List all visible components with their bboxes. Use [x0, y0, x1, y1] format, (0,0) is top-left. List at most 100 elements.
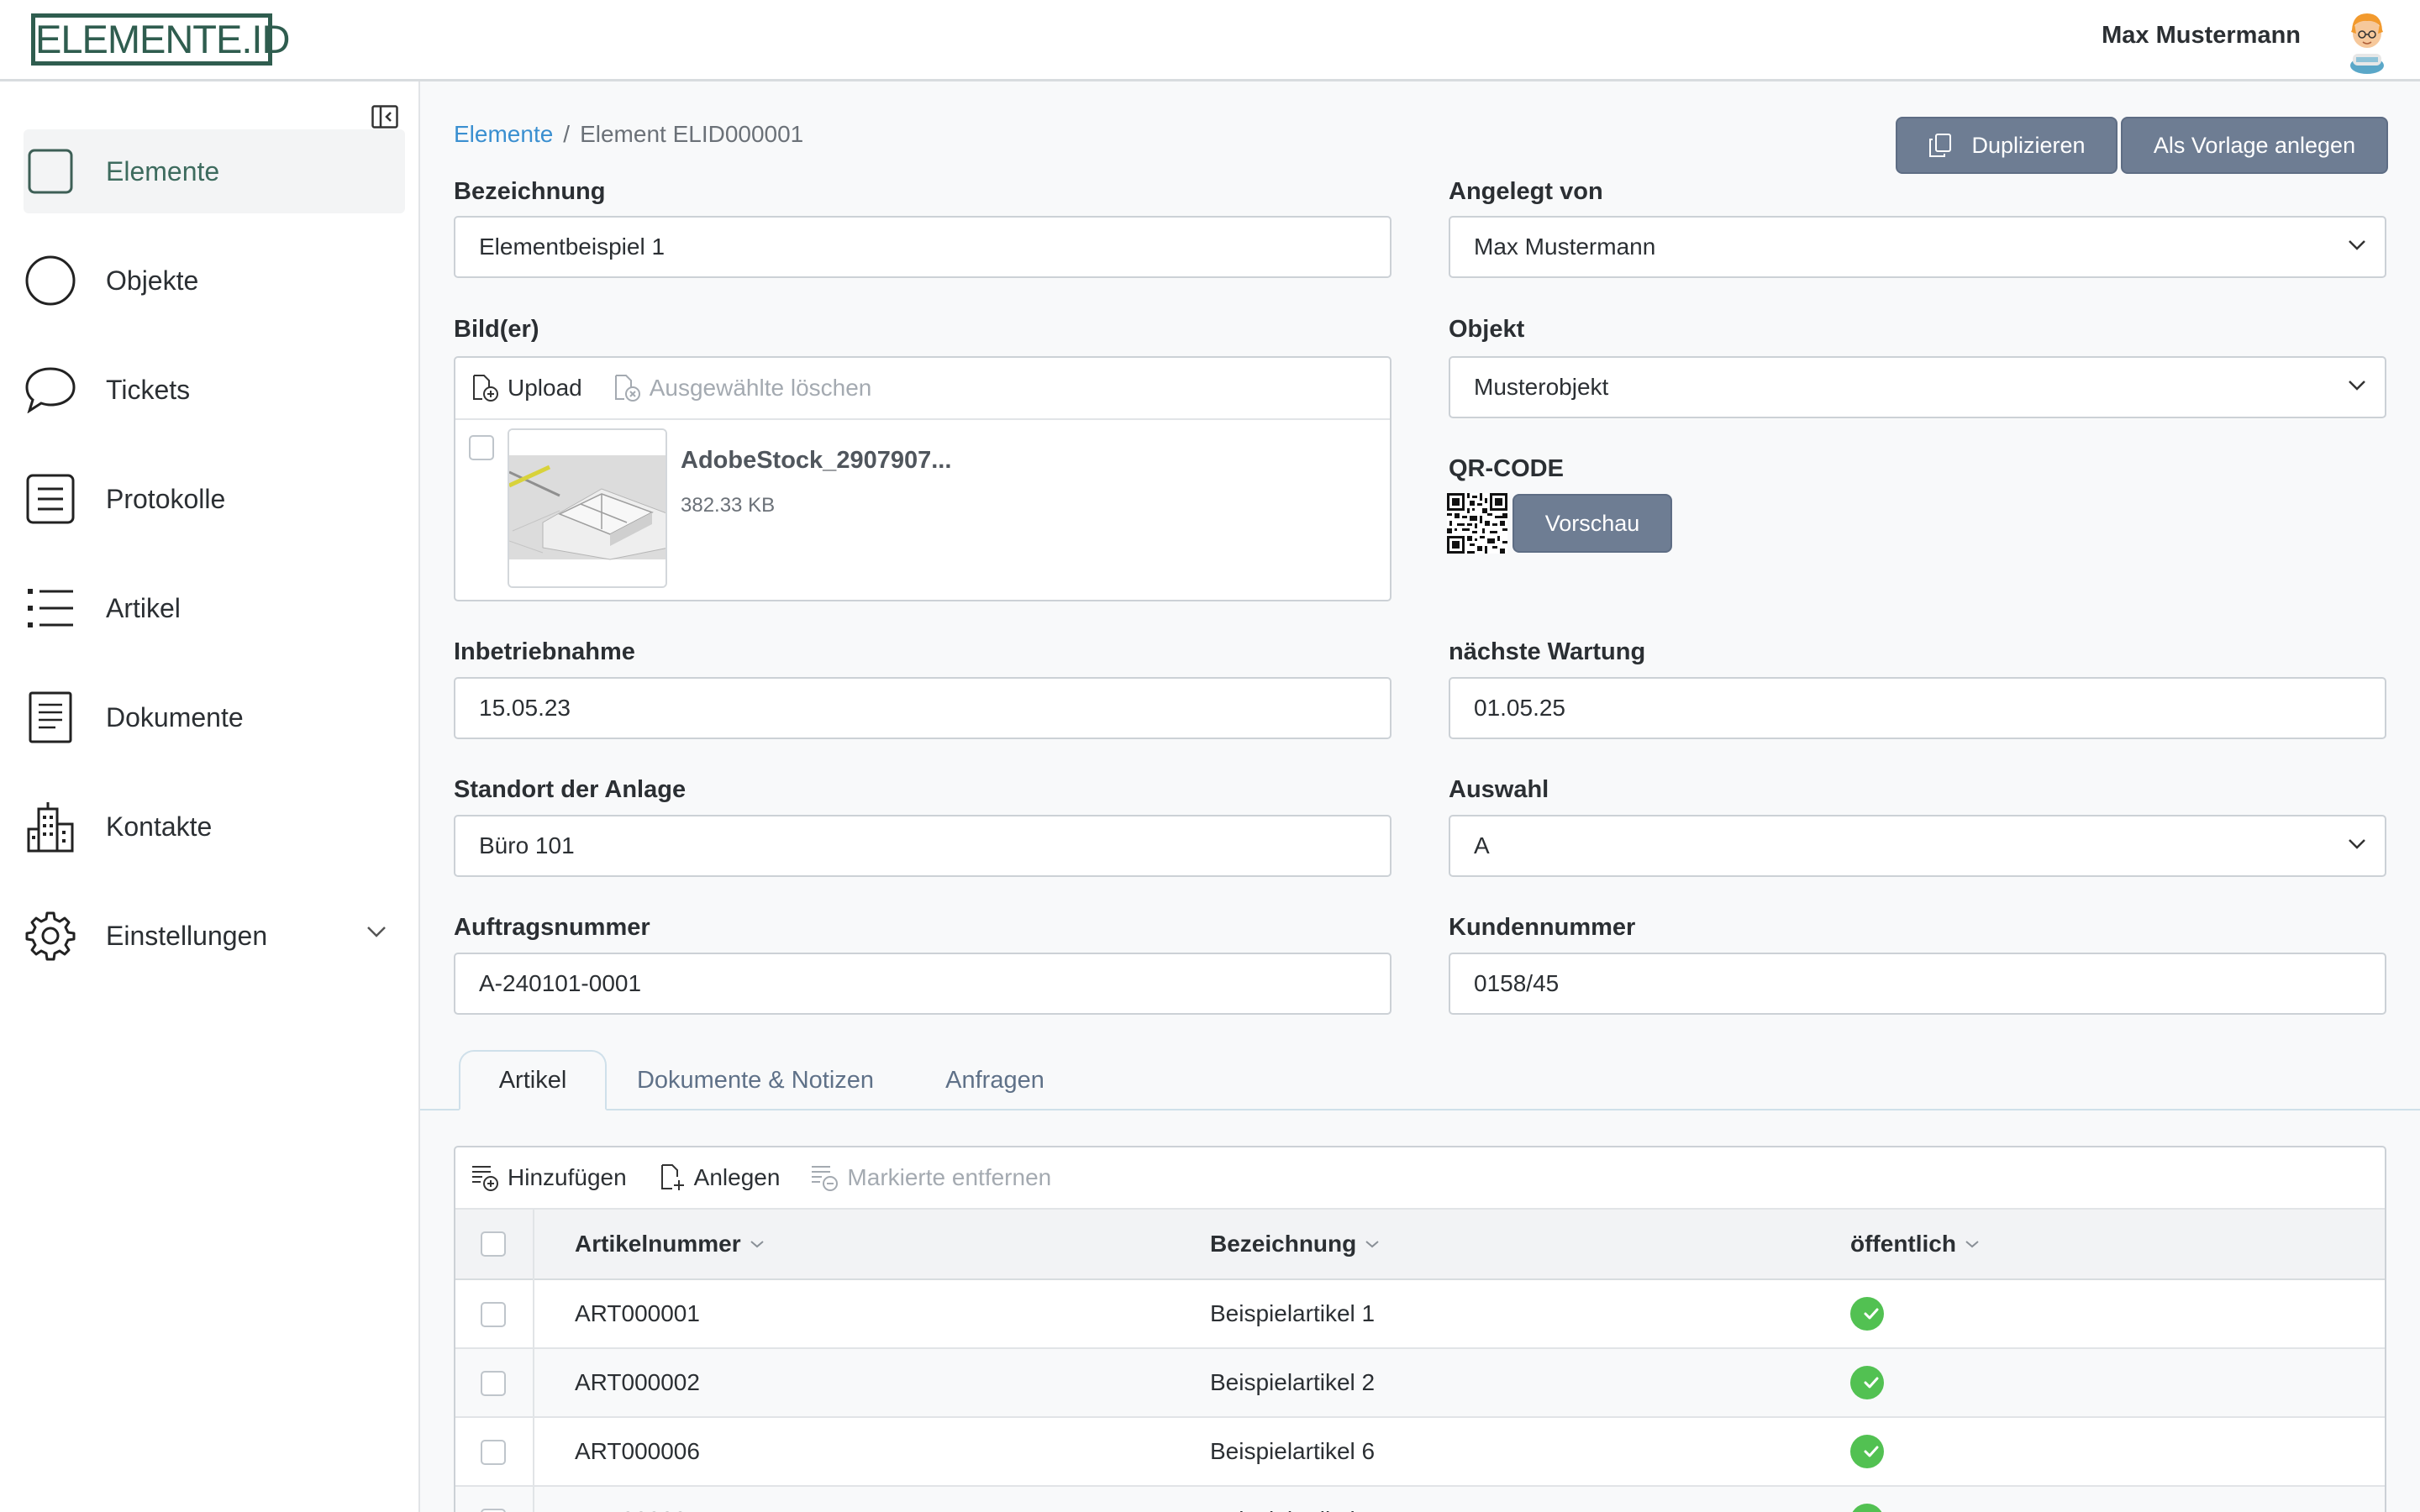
bezeichnung-label: Bezeichnung: [454, 178, 606, 205]
inbetriebnahme-label: Inbetriebnahme: [454, 638, 635, 665]
add-article-button[interactable]: Hinzufügen: [471, 1163, 627, 1192]
bezeichnung-input[interactable]: Elementbeispiel 1: [454, 216, 1392, 278]
file-name[interactable]: AdobeStock_2907907...: [681, 447, 951, 475]
template-label: Als Vorlage anlegen: [2153, 132, 2356, 158]
remove-marked-button[interactable]: Markierte entfernen: [810, 1163, 1051, 1192]
sidebar-item-label: Dokumente: [106, 701, 244, 732]
inbetriebnahme-date-input[interactable]: 15.05.23: [454, 677, 1392, 739]
sidebar-item-label: Protokolle: [106, 483, 226, 514]
cell-bezeichnung: Beispielartikel 6: [1210, 1438, 1376, 1464]
buildings-icon: [24, 800, 77, 853]
artikel-table: Hinzufügen Anlegen Markierte entfernen A…: [454, 1146, 2386, 1512]
column-header-artikelnummer[interactable]: Artikelnummer: [575, 1210, 765, 1278]
app-logo[interactable]: ELEMENTE.ID: [31, 13, 290, 66]
document-icon: [24, 690, 77, 744]
cell-artikelnummer: ART000001: [575, 1300, 700, 1326]
table-row[interactable]: ART000002 Beispielartikel 2: [455, 1349, 2385, 1418]
breadcrumb: Elemente / Element ELID000001: [454, 121, 803, 148]
add-label: Hinzufügen: [508, 1164, 627, 1190]
column-header-bezeichnung[interactable]: Bezeichnung: [1210, 1210, 1380, 1278]
sidebar-item-kontakte[interactable]: Kontakte: [24, 785, 405, 869]
sidebar-collapse-icon[interactable]: [371, 105, 398, 129]
breadcrumb-link-elemente[interactable]: Elemente: [454, 121, 553, 147]
speech-bubble-icon: [24, 363, 77, 417]
table-row[interactable]: ART000007 Beispielartikel 7: [455, 1487, 2385, 1512]
sidebar-item-tickets[interactable]: Tickets: [24, 348, 405, 432]
sort-chevron-icon: [1965, 1241, 1979, 1248]
image-thumbnail[interactable]: [508, 428, 667, 588]
chevron-down-icon: [2348, 239, 2366, 251]
row-checkbox[interactable]: [481, 1509, 506, 1512]
sidebar-item-label: Elemente: [106, 155, 220, 186]
sidebar-item-label: Artikel: [106, 592, 181, 623]
kundennummer-label: Kundennummer: [1449, 914, 1636, 941]
auftragsnummer-label: Auftragsnummer: [454, 914, 650, 941]
image-select-checkbox[interactable]: [469, 435, 494, 460]
sidebar-item-label: Tickets: [106, 374, 191, 405]
row-checkbox[interactable]: [481, 1371, 506, 1396]
circle-icon: [24, 254, 77, 307]
column-divider: [533, 1349, 534, 1418]
angelegt-von-select[interactable]: Max Mustermann: [1449, 216, 2386, 278]
table-row[interactable]: ART000006 Beispielartikel 6: [455, 1418, 2385, 1487]
check-circle-icon: [1850, 1297, 1884, 1331]
delete-file-icon: [614, 375, 640, 402]
column-divider: [533, 1210, 534, 1280]
column-label: Bezeichnung: [1210, 1231, 1357, 1257]
delete-selected-button[interactable]: Ausgewählte löschen: [613, 374, 872, 402]
table-row[interactable]: ART000001 Beispielartikel 1: [455, 1280, 2385, 1349]
qr-preview-button[interactable]: Vorschau: [1512, 494, 1672, 553]
sidebar-item-label: Einstellungen: [106, 920, 268, 951]
sidebar-item-elemente[interactable]: Elemente: [24, 129, 405, 213]
tab-label: Anfragen: [945, 1066, 1044, 1094]
sidebar-item-objekte[interactable]: Objekte: [24, 239, 405, 323]
table-header: Artikelnummer Bezeichnung öffentlich: [455, 1210, 2385, 1280]
tab-artikel[interactable]: Artikel: [459, 1050, 607, 1110]
auswahl-label: Auswahl: [1449, 776, 1549, 803]
objekt-select[interactable]: Musterobjekt: [1449, 356, 2386, 418]
chevron-down-icon[interactable]: [366, 926, 387, 937]
row-checkbox[interactable]: [481, 1440, 506, 1465]
row-checkbox[interactable]: [481, 1302, 506, 1327]
sort-chevron-icon: [750, 1241, 764, 1248]
auftragsnummer-value: A-240101-0001: [479, 970, 642, 996]
upload-button[interactable]: Upload: [471, 374, 582, 402]
sidebar-item-einstellungen[interactable]: Einstellungen: [24, 894, 405, 978]
naechste-wartung-label: nächste Wartung: [1449, 638, 1646, 665]
angelegt-von-value: Max Mustermann: [1474, 234, 1656, 260]
select-all-checkbox[interactable]: [481, 1231, 506, 1257]
auftragsnummer-input[interactable]: A-240101-0001: [454, 953, 1392, 1015]
qr-code-label: QR-CODE: [1449, 455, 1564, 482]
save-as-template-button[interactable]: Als Vorlage anlegen: [2121, 117, 2388, 174]
tab-dokumente-notizen[interactable]: Dokumente & Notizen: [618, 1050, 892, 1110]
cell-artikelnummer: ART000007: [575, 1487, 700, 1512]
objekt-label: Objekt: [1449, 316, 1525, 343]
top-header: ELEMENTE.ID Max Mustermann: [0, 0, 2420, 81]
bilder-label: Bild(er): [454, 316, 539, 343]
user-name[interactable]: Max Mustermann: [2102, 22, 2301, 50]
avatar[interactable]: [2344, 7, 2390, 74]
auswahl-select[interactable]: A: [1449, 815, 2386, 877]
create-article-button[interactable]: Anlegen: [657, 1163, 780, 1192]
standort-value: Büro 101: [479, 832, 575, 858]
delete-selected-label: Ausgewählte löschen: [649, 375, 872, 401]
cell-bezeichnung: Beispielartikel 7: [1210, 1487, 1375, 1512]
standort-input[interactable]: Büro 101: [454, 815, 1392, 877]
cell-oeffentlich: [1850, 1280, 1884, 1347]
column-header-oeffentlich[interactable]: öffentlich: [1850, 1210, 1980, 1278]
auswahl-value: A: [1474, 832, 1490, 858]
naechste-wartung-date-input[interactable]: 01.05.25: [1449, 677, 2386, 739]
square-icon: [24, 144, 77, 198]
kundennummer-input[interactable]: 0158/45: [1449, 953, 2386, 1015]
sidebar-item-artikel[interactable]: Artikel: [24, 566, 405, 650]
cell-bezeichnung: Beispielartikel 2: [1210, 1369, 1376, 1395]
tab-anfragen[interactable]: Anfragen: [919, 1050, 1071, 1110]
bezeichnung-value: Elementbeispiel 1: [479, 234, 666, 260]
cell-oeffentlich: [1850, 1418, 1884, 1485]
column-divider: [533, 1418, 534, 1487]
duplicate-button[interactable]: Duplizieren: [1896, 117, 2118, 174]
qr-preview-label: Vorschau: [1544, 510, 1640, 536]
column-divider: [533, 1280, 534, 1349]
sidebar-item-dokumente[interactable]: Dokumente: [24, 675, 405, 759]
sidebar-item-protokolle[interactable]: Protokolle: [24, 457, 405, 541]
